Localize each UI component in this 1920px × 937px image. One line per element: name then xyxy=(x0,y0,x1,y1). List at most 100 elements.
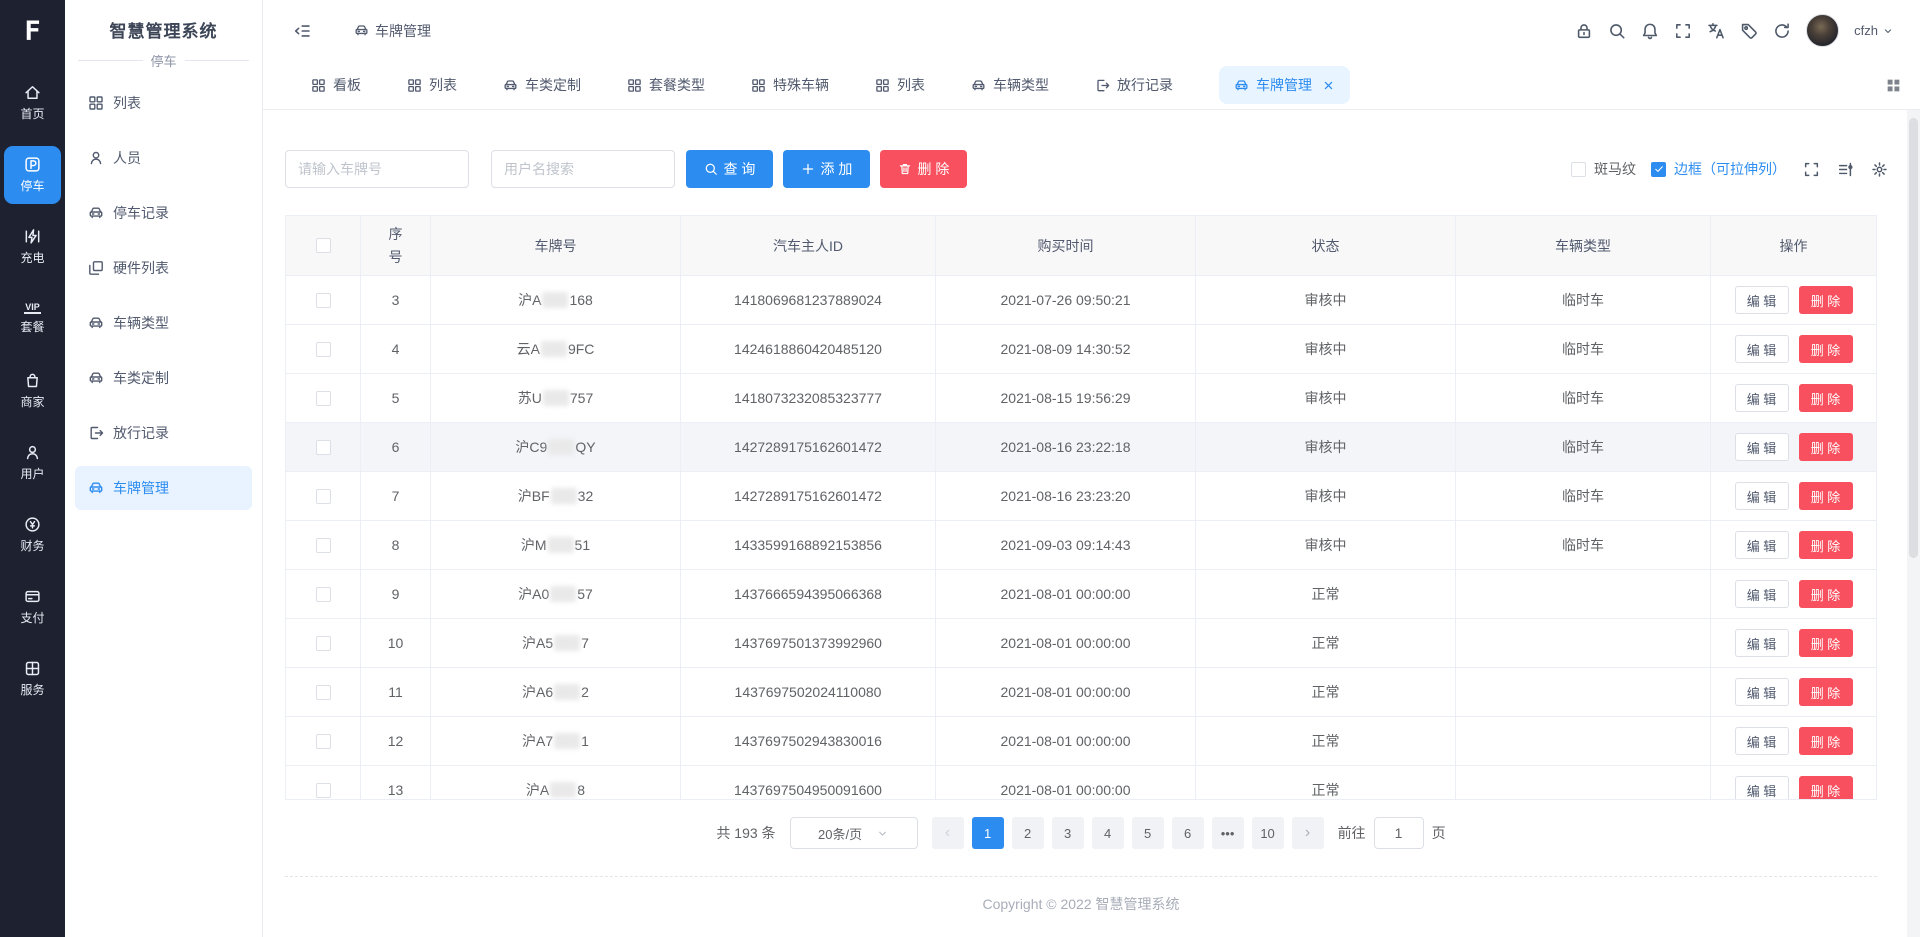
table-row[interactable]: 8 沪M51 1433599168892153856 2021-09-03 09… xyxy=(286,521,1876,570)
row-checkbox[interactable] xyxy=(316,734,331,749)
tab-list[interactable]: 列表 xyxy=(407,75,457,95)
table-row[interactable]: 7 沪BF32 1427289175162601472 2021-08-16 2… xyxy=(286,472,1876,521)
edit-button[interactable]: 编 辑 xyxy=(1735,629,1789,657)
delete-row-button[interactable]: 删 除 xyxy=(1799,727,1853,755)
scrollbar-thumb[interactable] xyxy=(1909,118,1918,558)
page-button[interactable]: 3 xyxy=(1052,817,1084,849)
delete-row-button[interactable]: 删 除 xyxy=(1799,384,1853,412)
tab-package-type[interactable]: 套餐类型 xyxy=(627,75,705,95)
delete-row-button[interactable]: 删 除 xyxy=(1799,678,1853,706)
avatar[interactable] xyxy=(1806,14,1839,47)
sidebar-item-release-records[interactable]: 放行记录 xyxy=(75,411,252,455)
delete-row-button[interactable]: 删 除 xyxy=(1799,433,1853,461)
row-checkbox[interactable] xyxy=(316,489,331,504)
goto-page-input[interactable] xyxy=(1374,817,1424,849)
table-row[interactable]: 12 沪A71 1437697502943830016 2021-08-01 0… xyxy=(286,717,1876,766)
app-logo[interactable]: F xyxy=(0,0,65,62)
gear-icon[interactable] xyxy=(1871,161,1888,178)
rail-item-payment[interactable]: 支付 xyxy=(4,578,61,636)
zebra-checkbox[interactable] xyxy=(1571,162,1586,177)
tab-vehicle-type[interactable]: 车辆类型 xyxy=(971,75,1049,95)
row-checkbox[interactable] xyxy=(316,587,331,602)
sidebar-item-personnel[interactable]: 人员 xyxy=(75,136,252,180)
prev-page-button[interactable]: ‹ xyxy=(932,817,964,849)
page-button[interactable]: 1 xyxy=(972,817,1004,849)
delete-row-button[interactable]: 删 除 xyxy=(1799,335,1853,363)
tab-dashboard[interactable]: 看板 xyxy=(311,75,361,95)
rail-item-user[interactable]: 用户 xyxy=(4,434,61,492)
rail-item-home[interactable]: 首页 xyxy=(4,74,61,132)
rail-item-parking[interactable]: 停车 xyxy=(4,146,61,204)
sidebar-item-list[interactable]: 列表 xyxy=(75,81,252,125)
page-button[interactable]: 5 xyxy=(1132,817,1164,849)
tab-options-icon[interactable] xyxy=(1885,77,1902,94)
rail-item-merchant[interactable]: 商家 xyxy=(4,362,61,420)
edit-button[interactable]: 编 辑 xyxy=(1735,531,1789,559)
table-row[interactable]: 9 沪A057 1437666594395066368 2021-08-01 0… xyxy=(286,570,1876,619)
row-checkbox[interactable] xyxy=(316,685,331,700)
edit-button[interactable]: 编 辑 xyxy=(1735,482,1789,510)
page-ellipsis[interactable]: ••• xyxy=(1212,817,1244,849)
table-row[interactable]: 3 沪A168 1418069681237889024 2021-07-26 0… xyxy=(286,276,1876,325)
row-checkbox[interactable] xyxy=(316,293,331,308)
edit-button[interactable]: 编 辑 xyxy=(1735,433,1789,461)
bell-icon[interactable] xyxy=(1641,22,1659,40)
edit-button[interactable]: 编 辑 xyxy=(1735,776,1789,800)
tab-special-vehicle[interactable]: 特殊车辆 xyxy=(751,75,829,95)
search-icon[interactable] xyxy=(1608,22,1626,40)
edit-button[interactable]: 编 辑 xyxy=(1735,335,1789,363)
edit-button[interactable]: 编 辑 xyxy=(1735,384,1789,412)
tab-list-2[interactable]: 列表 xyxy=(875,75,925,95)
fullscreen-table-icon[interactable] xyxy=(1803,161,1820,178)
delete-row-button[interactable]: 删 除 xyxy=(1799,531,1853,559)
rail-item-finance[interactable]: 财务 xyxy=(4,506,61,564)
fullscreen-icon[interactable] xyxy=(1674,22,1692,40)
row-checkbox[interactable] xyxy=(316,538,331,553)
delete-row-button[interactable]: 删 除 xyxy=(1799,776,1853,800)
delete-row-button[interactable]: 删 除 xyxy=(1799,629,1853,657)
border-checkbox-label[interactable]: 边框（可拉伸列） xyxy=(1674,159,1786,179)
tab-release-records[interactable]: 放行记录 xyxy=(1095,75,1173,95)
zebra-checkbox-label[interactable]: 斑马纹 xyxy=(1594,159,1636,179)
tab-plate-management[interactable]: 车牌管理 xyxy=(1219,66,1350,104)
edit-button[interactable]: 编 辑 xyxy=(1735,286,1789,314)
table-row[interactable]: 5 苏U757 1418073232085323777 2021-08-15 1… xyxy=(286,374,1876,423)
row-checkbox[interactable] xyxy=(316,440,331,455)
row-checkbox[interactable] xyxy=(316,342,331,357)
row-checkbox[interactable] xyxy=(316,391,331,406)
column-settings-icon[interactable] xyxy=(1837,161,1854,178)
page-size-select[interactable]: 20条/页 xyxy=(790,817,918,849)
rail-item-service[interactable]: 服务 xyxy=(4,650,61,708)
plate-search-input[interactable] xyxy=(285,150,469,188)
delete-row-button[interactable]: 删 除 xyxy=(1799,286,1853,314)
table-row[interactable]: 10 沪A57 1437697501373992960 2021-08-01 0… xyxy=(286,619,1876,668)
table-row[interactable]: 6 沪C9QY 1427289175162601472 2021-08-16 2… xyxy=(286,423,1876,472)
sidebar-item-hardware-list[interactable]: 硬件列表 xyxy=(75,246,252,290)
sidebar-item-parking-records[interactable]: 停车记录 xyxy=(75,191,252,235)
page-button[interactable]: 10 xyxy=(1252,817,1284,849)
username-search-input[interactable] xyxy=(491,150,675,188)
close-icon[interactable] xyxy=(1322,79,1335,92)
table-row[interactable]: 11 沪A62 1437697502024110080 2021-08-01 0… xyxy=(286,668,1876,717)
page-scrollbar[interactable] xyxy=(1907,110,1920,937)
row-checkbox[interactable] xyxy=(316,783,331,798)
edit-button[interactable]: 编 辑 xyxy=(1735,580,1789,608)
edit-button[interactable]: 编 辑 xyxy=(1735,727,1789,755)
add-button[interactable]: 添 加 xyxy=(783,150,870,188)
tag-icon[interactable] xyxy=(1740,22,1758,40)
edit-button[interactable]: 编 辑 xyxy=(1735,678,1789,706)
rail-item-charging[interactable]: 充电 xyxy=(4,218,61,276)
border-checkbox[interactable] xyxy=(1651,162,1666,177)
tab-car-custom[interactable]: 车类定制 xyxy=(503,75,581,95)
sidebar-item-car-custom[interactable]: 车类定制 xyxy=(75,356,252,400)
rail-item-package[interactable]: VIP套餐 xyxy=(4,290,61,348)
lock-icon[interactable] xyxy=(1575,22,1593,40)
sidebar-item-vehicle-type[interactable]: 车辆类型 xyxy=(75,301,252,345)
refresh-icon[interactable] xyxy=(1773,22,1791,40)
collapse-menu-icon[interactable] xyxy=(293,22,311,40)
delete-row-button[interactable]: 删 除 xyxy=(1799,580,1853,608)
page-button[interactable]: 2 xyxy=(1012,817,1044,849)
table-row[interactable]: 13 沪A8 1437697504950091600 2021-08-01 00… xyxy=(286,766,1876,800)
page-button[interactable]: 6 xyxy=(1172,817,1204,849)
next-page-button[interactable]: › xyxy=(1292,817,1324,849)
